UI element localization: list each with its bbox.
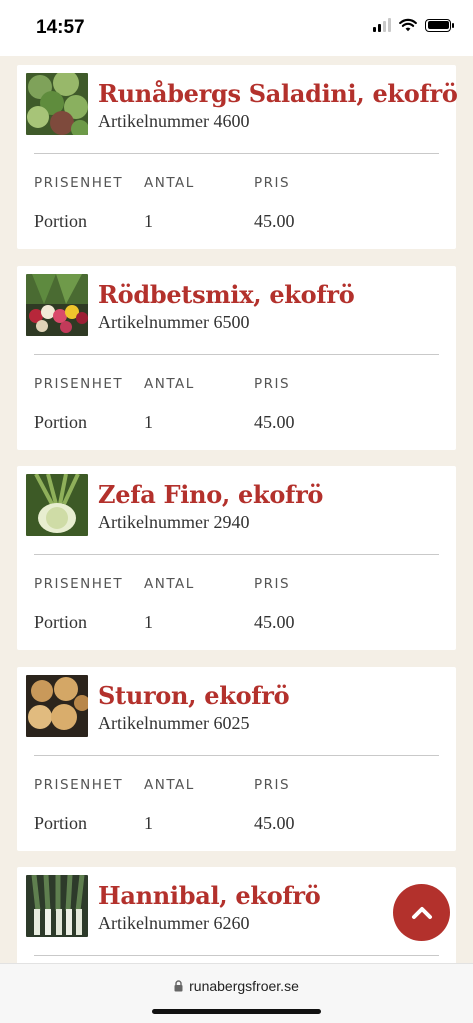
column-header-unit: PRISENHET (34, 175, 124, 191)
qty-value: 1 (144, 412, 153, 432)
product-card: Sturon, ekofrö Artikelnummer 6025 PRISEN… (17, 667, 456, 851)
column-header-price: PRIS (254, 576, 291, 592)
divider (34, 955, 439, 956)
battery-icon (425, 18, 454, 32)
product-image-leek[interactable] (26, 875, 88, 937)
browser-url-bar[interactable]: runabergsfroer.se (0, 963, 473, 1023)
column-header-qty: ANTAL (144, 175, 195, 191)
column-header-price: PRIS (254, 777, 291, 793)
product-image-beetroot[interactable] (26, 274, 88, 336)
unit-value: Portion (34, 211, 88, 231)
price-value: 45.00 (254, 211, 295, 231)
wifi-icon (399, 18, 417, 32)
product-title[interactable]: Zefa Fino, ekofrö (98, 480, 323, 509)
unit-value: Portion (34, 813, 88, 833)
product-card: Hannibal, ekofrö Artikelnummer 6260 (17, 867, 456, 963)
lock-icon (174, 980, 183, 992)
column-header-qty: ANTAL (144, 576, 195, 592)
column-header-unit: PRISENHET (34, 576, 124, 592)
unit-value: Portion (34, 612, 88, 632)
qty-value: 1 (144, 211, 153, 231)
divider (34, 755, 439, 756)
product-title[interactable]: Sturon, ekofrö (98, 681, 290, 710)
product-title[interactable]: Runåbergs Saladini, ekofrö (98, 79, 458, 108)
status-time: 14:57 (36, 17, 85, 38)
chevron-up-icon (411, 906, 432, 919)
divider (34, 153, 439, 154)
price-value: 45.00 (254, 813, 295, 833)
column-header-price: PRIS (254, 376, 291, 392)
price-value: 45.00 (254, 412, 295, 432)
column-header-qty: ANTAL (144, 777, 195, 793)
qty-value: 1 (144, 813, 153, 833)
product-image-onion[interactable] (26, 675, 88, 737)
divider (34, 554, 439, 555)
article-number: Artikelnummer 6025 (98, 713, 250, 733)
divider (34, 354, 439, 355)
status-bar: 14:57 (0, 0, 473, 56)
product-card: Rödbetsmix, ekofrö Artikelnummer 6500 PR… (17, 266, 456, 450)
cellular-signal-icon (373, 18, 391, 32)
article-number: Artikelnummer 2940 (98, 512, 250, 532)
product-title[interactable]: Hannibal, ekofrö (98, 881, 321, 910)
column-header-unit: PRISENHET (34, 376, 124, 392)
home-indicator[interactable] (152, 1009, 321, 1014)
article-number: Artikelnummer 6260 (98, 913, 250, 933)
qty-value: 1 (144, 612, 153, 632)
product-card: Runåbergs Saladini, ekofrö Artikelnummer… (17, 65, 458, 249)
unit-value: Portion (34, 412, 88, 432)
product-card: Zefa Fino, ekofrö Artikelnummer 2940 PRI… (17, 466, 456, 650)
product-image-fennel[interactable] (26, 474, 88, 536)
product-image-salad[interactable] (26, 73, 88, 135)
column-header-price: PRIS (254, 175, 291, 191)
column-header-qty: ANTAL (144, 376, 195, 392)
product-list: Runåbergs Saladini, ekofrö Artikelnummer… (0, 56, 473, 963)
article-number: Artikelnummer 6500 (98, 312, 250, 332)
scroll-to-top-button[interactable] (393, 884, 450, 941)
column-header-unit: PRISENHET (34, 777, 124, 793)
product-title[interactable]: Rödbetsmix, ekofrö (98, 280, 355, 309)
article-number: Artikelnummer 4600 (98, 111, 250, 131)
status-icons (373, 18, 454, 32)
url-text[interactable]: runabergsfroer.se (189, 978, 299, 994)
price-value: 45.00 (254, 612, 295, 632)
